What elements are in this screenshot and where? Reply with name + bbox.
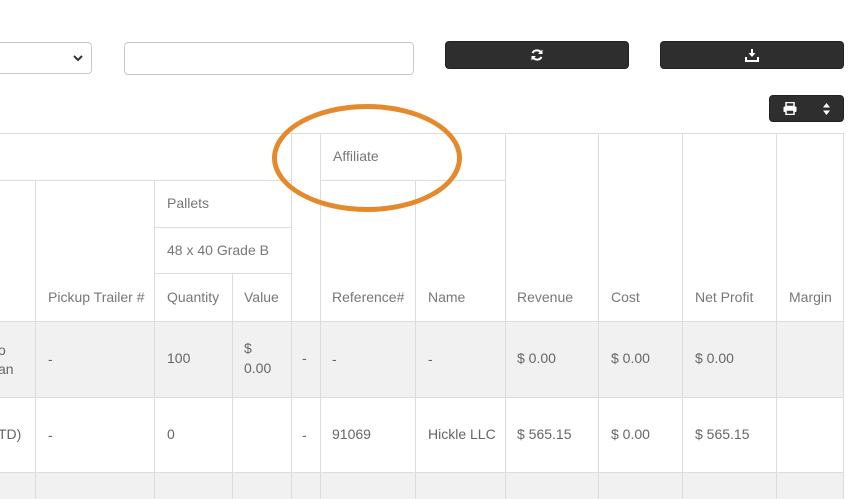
cell-value: 0.00 xyxy=(244,360,272,376)
cell-net-profit: $ 565.15 xyxy=(695,426,750,442)
grid-line xyxy=(682,133,683,499)
data-table: Affiliate Pallets 48 x 40 Grade B Pickup… xyxy=(0,0,860,499)
cell-pickup-trailer: - xyxy=(48,427,53,443)
grid-line xyxy=(35,180,36,499)
grid-line xyxy=(0,397,844,398)
cell-net-profit: $ 0.00 xyxy=(695,350,734,366)
grid-line xyxy=(415,180,416,499)
cell-pickup-trailer: - xyxy=(48,351,53,367)
grid-line xyxy=(154,273,291,274)
cell-name: - xyxy=(428,351,433,367)
column-header-reference[interactable]: Reference# xyxy=(332,289,404,305)
column-header-quantity[interactable]: Quantity xyxy=(167,289,219,305)
header-affiliate: Affiliate xyxy=(333,148,379,164)
grid-line xyxy=(232,273,233,499)
header-pallet-grade: 48 x 40 Grade B xyxy=(167,242,269,258)
grid-line xyxy=(843,133,844,499)
grid-line xyxy=(0,321,844,322)
cell-name: Hickle LLC xyxy=(428,426,496,442)
grid-line xyxy=(154,180,155,499)
cell-partial: an xyxy=(0,361,14,377)
cell-gap: - xyxy=(302,427,307,443)
column-header-net-profit[interactable]: Net Profit xyxy=(695,289,753,305)
grid-line xyxy=(320,180,505,181)
column-header-revenue[interactable]: Revenue xyxy=(517,289,573,305)
column-header-name[interactable]: Name xyxy=(428,289,465,305)
grid-line xyxy=(505,133,506,499)
grid-line xyxy=(598,133,599,499)
column-header-value[interactable]: Value xyxy=(244,289,279,305)
column-header-cost[interactable]: Cost xyxy=(611,289,640,305)
column-header-margin[interactable]: Margin xyxy=(789,289,832,305)
grid-line xyxy=(776,133,777,499)
cell-gap: - xyxy=(302,350,307,366)
table-row-shade xyxy=(0,472,844,499)
cell-cost: $ 0.00 xyxy=(611,426,650,442)
grid-line xyxy=(0,180,291,181)
grid-line xyxy=(0,133,844,134)
cell-partial: TD) xyxy=(0,426,22,442)
cell-reference: - xyxy=(332,351,337,367)
cell-revenue: $ 565.15 xyxy=(517,426,572,442)
grid-line xyxy=(154,227,291,228)
cell-quantity: 100 xyxy=(167,350,191,366)
header-pallets: Pallets xyxy=(167,195,210,211)
cell-reference: 91069 xyxy=(332,426,371,442)
cell-revenue: $ 0.00 xyxy=(517,350,556,366)
cell-partial: o xyxy=(0,342,6,358)
grid-line xyxy=(291,133,292,499)
column-header-pickup-trailer[interactable]: Pickup Trailer # xyxy=(48,289,144,305)
cell-quantity: 0 xyxy=(167,426,175,442)
grid-line xyxy=(320,133,321,499)
grid-line xyxy=(0,472,844,473)
cell-cost: $ 0.00 xyxy=(611,350,650,366)
cell-value: $ xyxy=(244,340,252,356)
